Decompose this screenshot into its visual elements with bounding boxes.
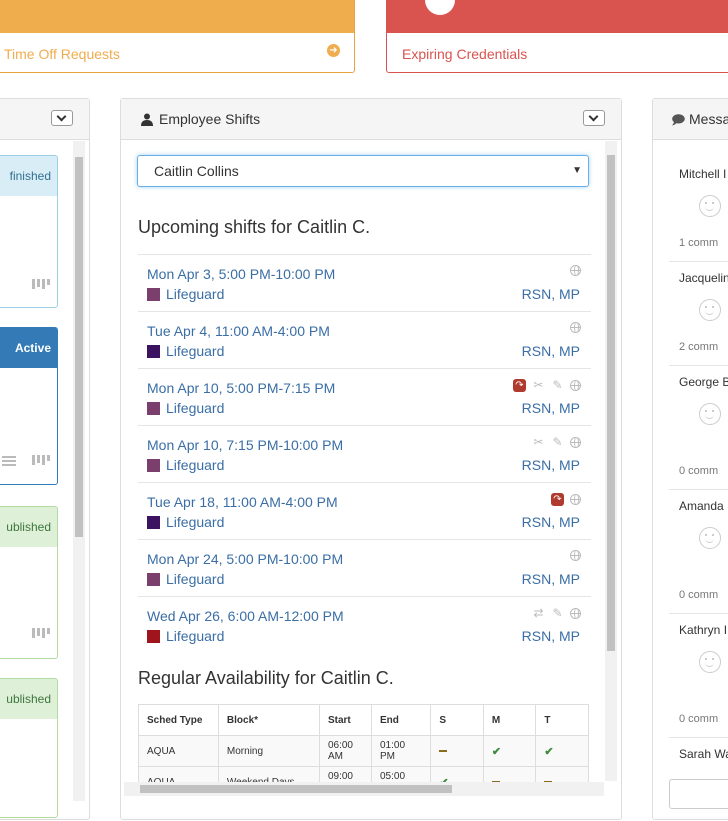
table-cell: 05:00 PM <box>370 766 432 782</box>
schedules-panel: finished Active ublished ublished <box>0 98 90 820</box>
divider <box>669 737 728 738</box>
comments-toggle[interactable]: 0 comm <box>679 713 718 725</box>
availability-table-clip: Sched Type Block* Start End S M T AQUA M… <box>121 99 589 782</box>
expiring-credentials-card[interactable]: Expiring Credentials <box>386 0 728 73</box>
schedule-card-published[interactable]: ublished <box>0 506 58 659</box>
comments-toggle[interactable]: 0 comm <box>679 589 718 601</box>
table-cell: AQUA <box>138 766 219 782</box>
message-author: Kathryn I <box>679 623 728 637</box>
smiley-icon[interactable] <box>699 195 721 217</box>
scrollbar-thumb[interactable] <box>607 155 615 651</box>
board-icon[interactable] <box>32 276 52 292</box>
arrow-right-circle-icon[interactable]: ➜ <box>327 44 340 57</box>
vertical-scrollbar[interactable] <box>605 141 617 781</box>
column-header[interactable]: Sched Type <box>138 704 219 736</box>
table-cell: 09:00 AM <box>318 766 373 782</box>
check-icon: ✔ <box>544 745 554 758</box>
credentials-card-band <box>387 0 728 33</box>
message-author: George B <box>679 375 728 389</box>
message-author: Mitchell I <box>679 167 727 181</box>
time-off-requests-label: Time Off Requests <box>4 46 120 62</box>
unavailable-dash-icon <box>439 749 448 752</box>
status-badge: ublished <box>0 507 57 547</box>
message-input[interactable] <box>669 779 728 809</box>
divider <box>669 489 728 490</box>
column-header[interactable]: Block* <box>217 704 320 736</box>
panel-title: Messa <box>689 111 728 127</box>
message-author: Amanda <box>679 499 724 513</box>
table-cell: 01:00 PM <box>370 735 432 767</box>
table-cell: Morning <box>217 735 320 767</box>
schedule-card-published[interactable]: ublished <box>0 678 58 818</box>
horizontal-scrollbar[interactable] <box>124 782 604 796</box>
message-author: Jacquelin <box>679 271 728 285</box>
schedules-panel-header <box>0 99 89 140</box>
table-cell <box>430 735 484 767</box>
time-off-requests-card[interactable]: Time Off Requests ➜ <box>0 0 355 73</box>
divider <box>669 261 728 262</box>
speech-bubble-icon: 🗩 <box>671 112 686 127</box>
table-cell: Weekend Days <box>217 766 320 782</box>
table-cell: ✔ <box>482 735 537 767</box>
table-row[interactable]: AQUA Morning 06:00 AM 01:00 PM ✔ ✔ <box>138 735 589 767</box>
scrollbar-thumb[interactable] <box>75 157 83 537</box>
status-badge: finished <box>0 156 57 196</box>
smiley-icon[interactable] <box>699 651 721 673</box>
scrollbar-thumb[interactable] <box>140 785 452 793</box>
table-cell <box>535 766 589 782</box>
table-header-row: Sched Type Block* Start End S M T <box>138 704 589 736</box>
board-icon[interactable] <box>32 452 52 468</box>
board-icon[interactable] <box>32 625 52 641</box>
column-header[interactable]: S <box>430 704 484 736</box>
comments-toggle[interactable]: 2 comm <box>679 341 718 353</box>
collapse-button[interactable] <box>51 110 73 126</box>
status-badge: ublished <box>0 679 57 719</box>
smiley-icon[interactable] <box>699 299 721 321</box>
table-row[interactable]: AQUA Weekend Days 09:00 AM 05:00 PM ✔ <box>138 766 589 782</box>
table-cell: AQUA <box>138 735 219 767</box>
divider <box>669 365 728 366</box>
smiley-icon[interactable] <box>699 527 721 549</box>
table-cell: ✔ <box>535 735 589 767</box>
messages-panel-header: 🗩 Messa <box>653 99 728 140</box>
column-header[interactable]: Start <box>318 704 373 736</box>
divider <box>669 613 728 614</box>
list-icon[interactable] <box>2 452 22 468</box>
column-header[interactable]: End <box>370 704 432 736</box>
table-cell: ✔ <box>430 766 484 782</box>
column-header[interactable]: T <box>535 704 589 736</box>
table-cell: 06:00 AM <box>318 735 373 767</box>
check-icon: ✔ <box>491 745 502 758</box>
comments-toggle[interactable]: 0 comm <box>679 465 718 477</box>
time-off-card-band <box>0 0 354 33</box>
smiley-icon[interactable] <box>699 403 721 425</box>
shield-icon <box>425 0 455 15</box>
messages-panel: 🗩 Messa Mitchell I 1 comm Jacquelin 2 co… <box>652 98 728 820</box>
message-author: Sarah Wa <box>679 747 728 761</box>
schedule-card-active[interactable]: Active <box>0 327 58 485</box>
employee-shifts-panel: Employee Shifts Caitlin Collins ▼ Upcomi… <box>120 98 622 820</box>
vertical-scrollbar[interactable] <box>73 141 85 801</box>
table-cell <box>482 766 537 782</box>
schedule-card-finished[interactable]: finished <box>0 155 58 308</box>
status-badge: Active <box>0 328 57 368</box>
availability-table: Sched Type Block* Start End S M T AQUA M… <box>138 704 589 782</box>
expiring-credentials-label: Expiring Credentials <box>402 46 528 62</box>
comments-toggle[interactable]: 1 comm <box>679 237 718 249</box>
column-header[interactable]: M <box>482 704 537 736</box>
